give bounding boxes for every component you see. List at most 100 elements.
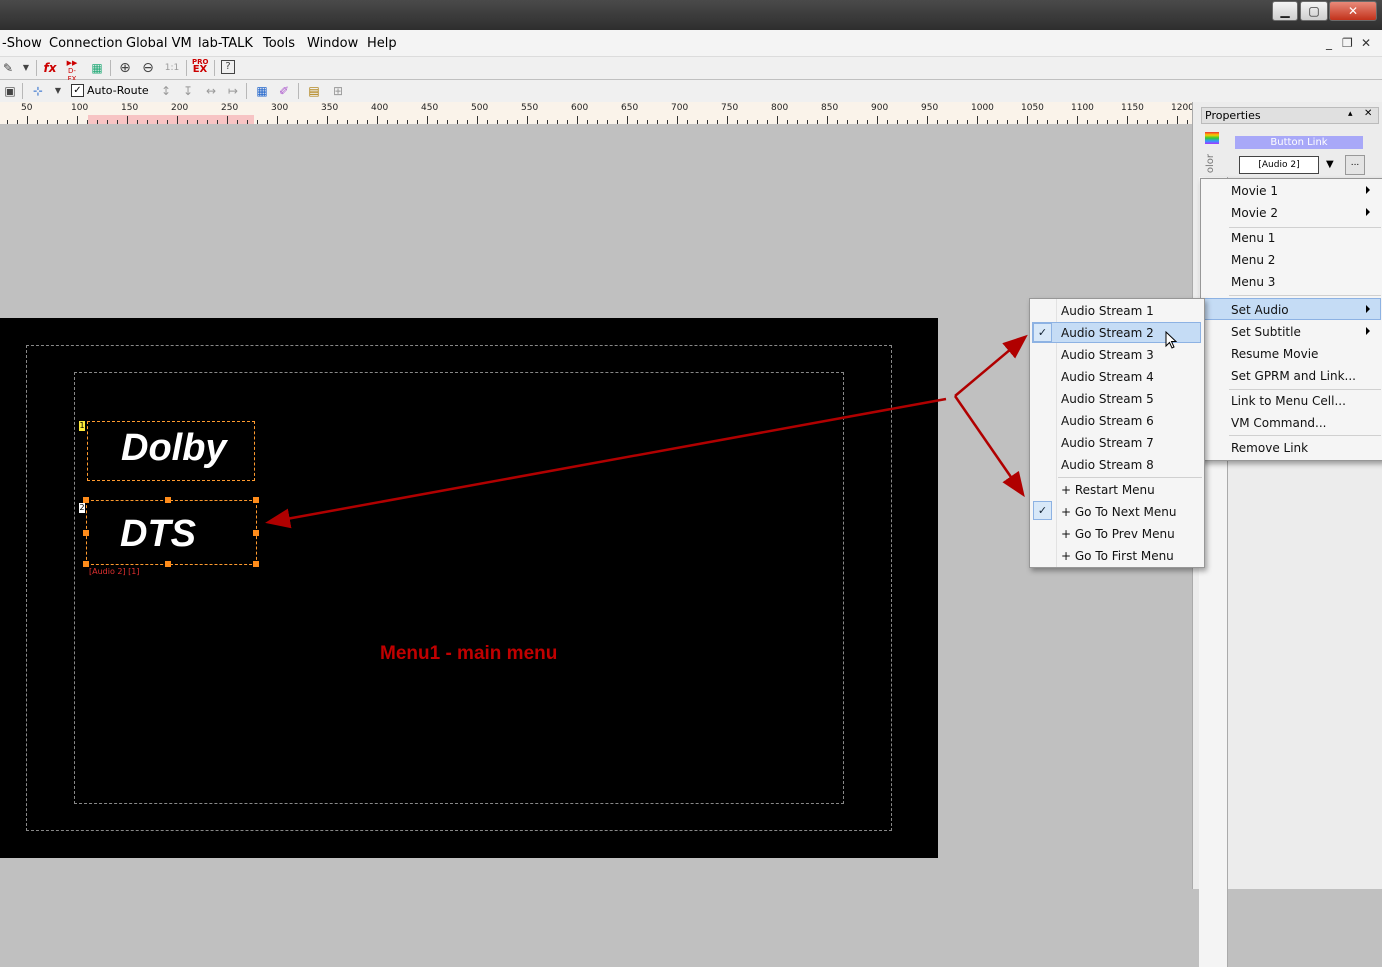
magic-wand-icon[interactable]: ✎ — [0, 60, 16, 76]
fx-icon[interactable]: fx — [42, 60, 58, 76]
zoom-out-icon[interactable]: ⊖ — [140, 60, 156, 76]
menu-item-restart-menu[interactable]: + Restart Menu — [1061, 483, 1155, 497]
menu-item-audio-stream-7[interactable]: Audio Stream 7 — [1061, 436, 1154, 450]
toolbar-separator — [298, 83, 299, 99]
toolbar-separator — [36, 60, 37, 76]
menu-item-vm-command[interactable]: VM Command... — [1231, 416, 1327, 430]
pin-icon[interactable]: ▴ — [1348, 109, 1353, 119]
resize-handle[interactable] — [253, 530, 259, 536]
menu-item-movie-1[interactable]: Movie 1 — [1231, 184, 1278, 198]
button-dolby[interactable]: Dolby — [87, 421, 255, 481]
menu-tools[interactable]: Tools — [263, 36, 295, 51]
resize-handle[interactable] — [165, 561, 171, 567]
toolbar-separator — [110, 60, 111, 76]
menu-separator — [1229, 227, 1381, 228]
menu-item-link-to-menu-cell[interactable]: Link to Menu Cell... — [1231, 394, 1346, 408]
menu-item-audio-stream-5[interactable]: Audio Stream 5 — [1061, 392, 1154, 406]
ruler-tick — [627, 116, 628, 124]
ruler-label: 300 — [271, 103, 289, 113]
toolbar-separator — [22, 83, 23, 99]
menu-item-go-to-prev-menu[interactable]: + Go To Prev Menu — [1061, 527, 1175, 541]
menu-item-movie-2[interactable]: Movie 2 — [1231, 206, 1278, 220]
distribute-down-icon[interactable]: ↧ — [180, 83, 196, 99]
resize-handle[interactable] — [253, 561, 259, 567]
open-folder-icon[interactable]: ▤ — [306, 83, 322, 99]
menu-item-menu-3[interactable]: Menu 3 — [1231, 275, 1275, 289]
side-tab-color[interactable]: olor — [1205, 154, 1219, 173]
menu-item-audio-stream-1[interactable]: Audio Stream 1 — [1061, 304, 1154, 318]
help-icon[interactable]: ? — [221, 60, 235, 74]
ruler-tick — [527, 116, 528, 124]
menu-item-resume-movie[interactable]: Resume Movie — [1231, 347, 1318, 361]
minimize-button[interactable]: ▁ — [1272, 1, 1298, 21]
menu-item-go-to-next-menu[interactable]: + Go To Next Menu — [1061, 505, 1177, 519]
menu-item-audio-stream-2[interactable]: Audio Stream 2 — [1061, 326, 1154, 340]
resize-handle[interactable] — [165, 497, 171, 503]
resize-handle[interactable] — [83, 497, 89, 503]
auto-route-label: Auto-Route — [87, 84, 149, 97]
menu-item-audio-stream-3[interactable]: Audio Stream 3 — [1061, 348, 1154, 362]
restore-button[interactable]: ▢ — [1300, 1, 1328, 21]
menu-item-audio-stream-8[interactable]: Audio Stream 8 — [1061, 458, 1154, 472]
paint-icon[interactable]: ✐ — [276, 83, 292, 99]
button-number-badge: 2 — [79, 503, 85, 513]
mdi-close-button[interactable]: ✕ — [1361, 36, 1371, 50]
close-button[interactable]: ✕ — [1329, 1, 1377, 21]
menu-item-menu-1[interactable]: Menu 1 — [1231, 231, 1275, 245]
menu-item-menu-2[interactable]: Menu 2 — [1231, 253, 1275, 267]
image-tool-icon[interactable]: ▦ — [89, 60, 105, 76]
link-value-field[interactable]: [Audio 2] — [1239, 156, 1319, 174]
align-icon[interactable]: ⊹ — [30, 83, 46, 99]
zoom-actual-size-button[interactable]: 1:1 — [164, 60, 180, 76]
ruler-label: 800 — [771, 103, 789, 113]
button-dts[interactable]: DTS — [86, 500, 257, 565]
menu-separator — [1229, 435, 1381, 436]
toolbar-separator — [214, 60, 215, 76]
ruler-tick — [327, 116, 328, 124]
dropdown-arrow-icon[interactable]: ▼ — [18, 60, 34, 76]
ruler-label: 700 — [671, 103, 689, 113]
link-dropdown-arrow-icon[interactable]: ▼ — [1326, 159, 1334, 170]
ruler-tick — [927, 116, 928, 124]
network-icon[interactable]: ⊞ — [330, 83, 346, 99]
menu-help[interactable]: Help — [367, 36, 397, 51]
menu-item-go-to-first-menu[interactable]: + Go To First Menu — [1061, 549, 1174, 563]
mdi-minimize-button[interactable]: _ — [1326, 36, 1332, 50]
menu-item-remove-link[interactable]: Remove Link — [1231, 441, 1308, 455]
menu-item-audio-stream-4[interactable]: Audio Stream 4 — [1061, 370, 1154, 384]
ruler-tick — [1177, 116, 1178, 124]
menu-show[interactable]: -Show — [2, 36, 42, 51]
menu-window[interactable]: Window — [307, 36, 358, 51]
auto-route-checkbox[interactable]: ✓ — [71, 84, 84, 97]
menu-item-audio-stream-6[interactable]: Audio Stream 6 — [1061, 414, 1154, 428]
pro-ex-icon[interactable]: PRO EX — [192, 58, 208, 75]
menu-preview[interactable]: 1 Dolby 2 DTS [Audio 2] [1] Menu1 - main… — [0, 318, 938, 858]
ruler-label: 900 — [871, 103, 889, 113]
dropdown-arrow-icon[interactable]: ▼ — [50, 83, 66, 99]
dfx-icon[interactable]: ▶▶ D-FX — [64, 59, 80, 83]
distribute-horizontal-icon[interactable]: ↔ — [203, 83, 219, 99]
mdi-restore-button[interactable]: ❐ — [1342, 36, 1353, 50]
menu-connection[interactable]: Connection — [49, 36, 123, 51]
grid-icon[interactable]: ▦ — [254, 83, 270, 99]
distribute-right-icon[interactable]: ↦ — [225, 83, 241, 99]
layout-icon[interactable]: ▣ — [2, 83, 18, 99]
ruler-label: 550 — [521, 103, 539, 113]
menu-item-set-subtitle[interactable]: Set Subtitle — [1231, 325, 1301, 339]
ruler-label: 150 — [121, 103, 139, 113]
resize-handle[interactable] — [83, 530, 89, 536]
panel-close-icon[interactable]: ✕ — [1364, 108, 1372, 119]
zoom-in-icon[interactable]: ⊕ — [117, 60, 133, 76]
ruler-label: 50 — [21, 103, 33, 113]
resize-handle[interactable] — [253, 497, 259, 503]
ruler-tick — [1077, 116, 1078, 124]
menu-lab-talk[interactable]: lab-TALK — [198, 36, 253, 51]
menu-global-vm[interactable]: Global VM — [126, 36, 192, 51]
color-palette-icon[interactable] — [1205, 132, 1219, 144]
ruler-label: 950 — [921, 103, 939, 113]
link-more-button[interactable]: ... — [1345, 155, 1365, 175]
menu-item-set-audio[interactable]: Set Audio — [1231, 303, 1289, 317]
distribute-vertical-icon[interactable]: ↕ — [158, 83, 174, 99]
ruler-tick — [877, 116, 878, 124]
menu-item-set-gprm[interactable]: Set GPRM and Link... — [1231, 369, 1356, 383]
